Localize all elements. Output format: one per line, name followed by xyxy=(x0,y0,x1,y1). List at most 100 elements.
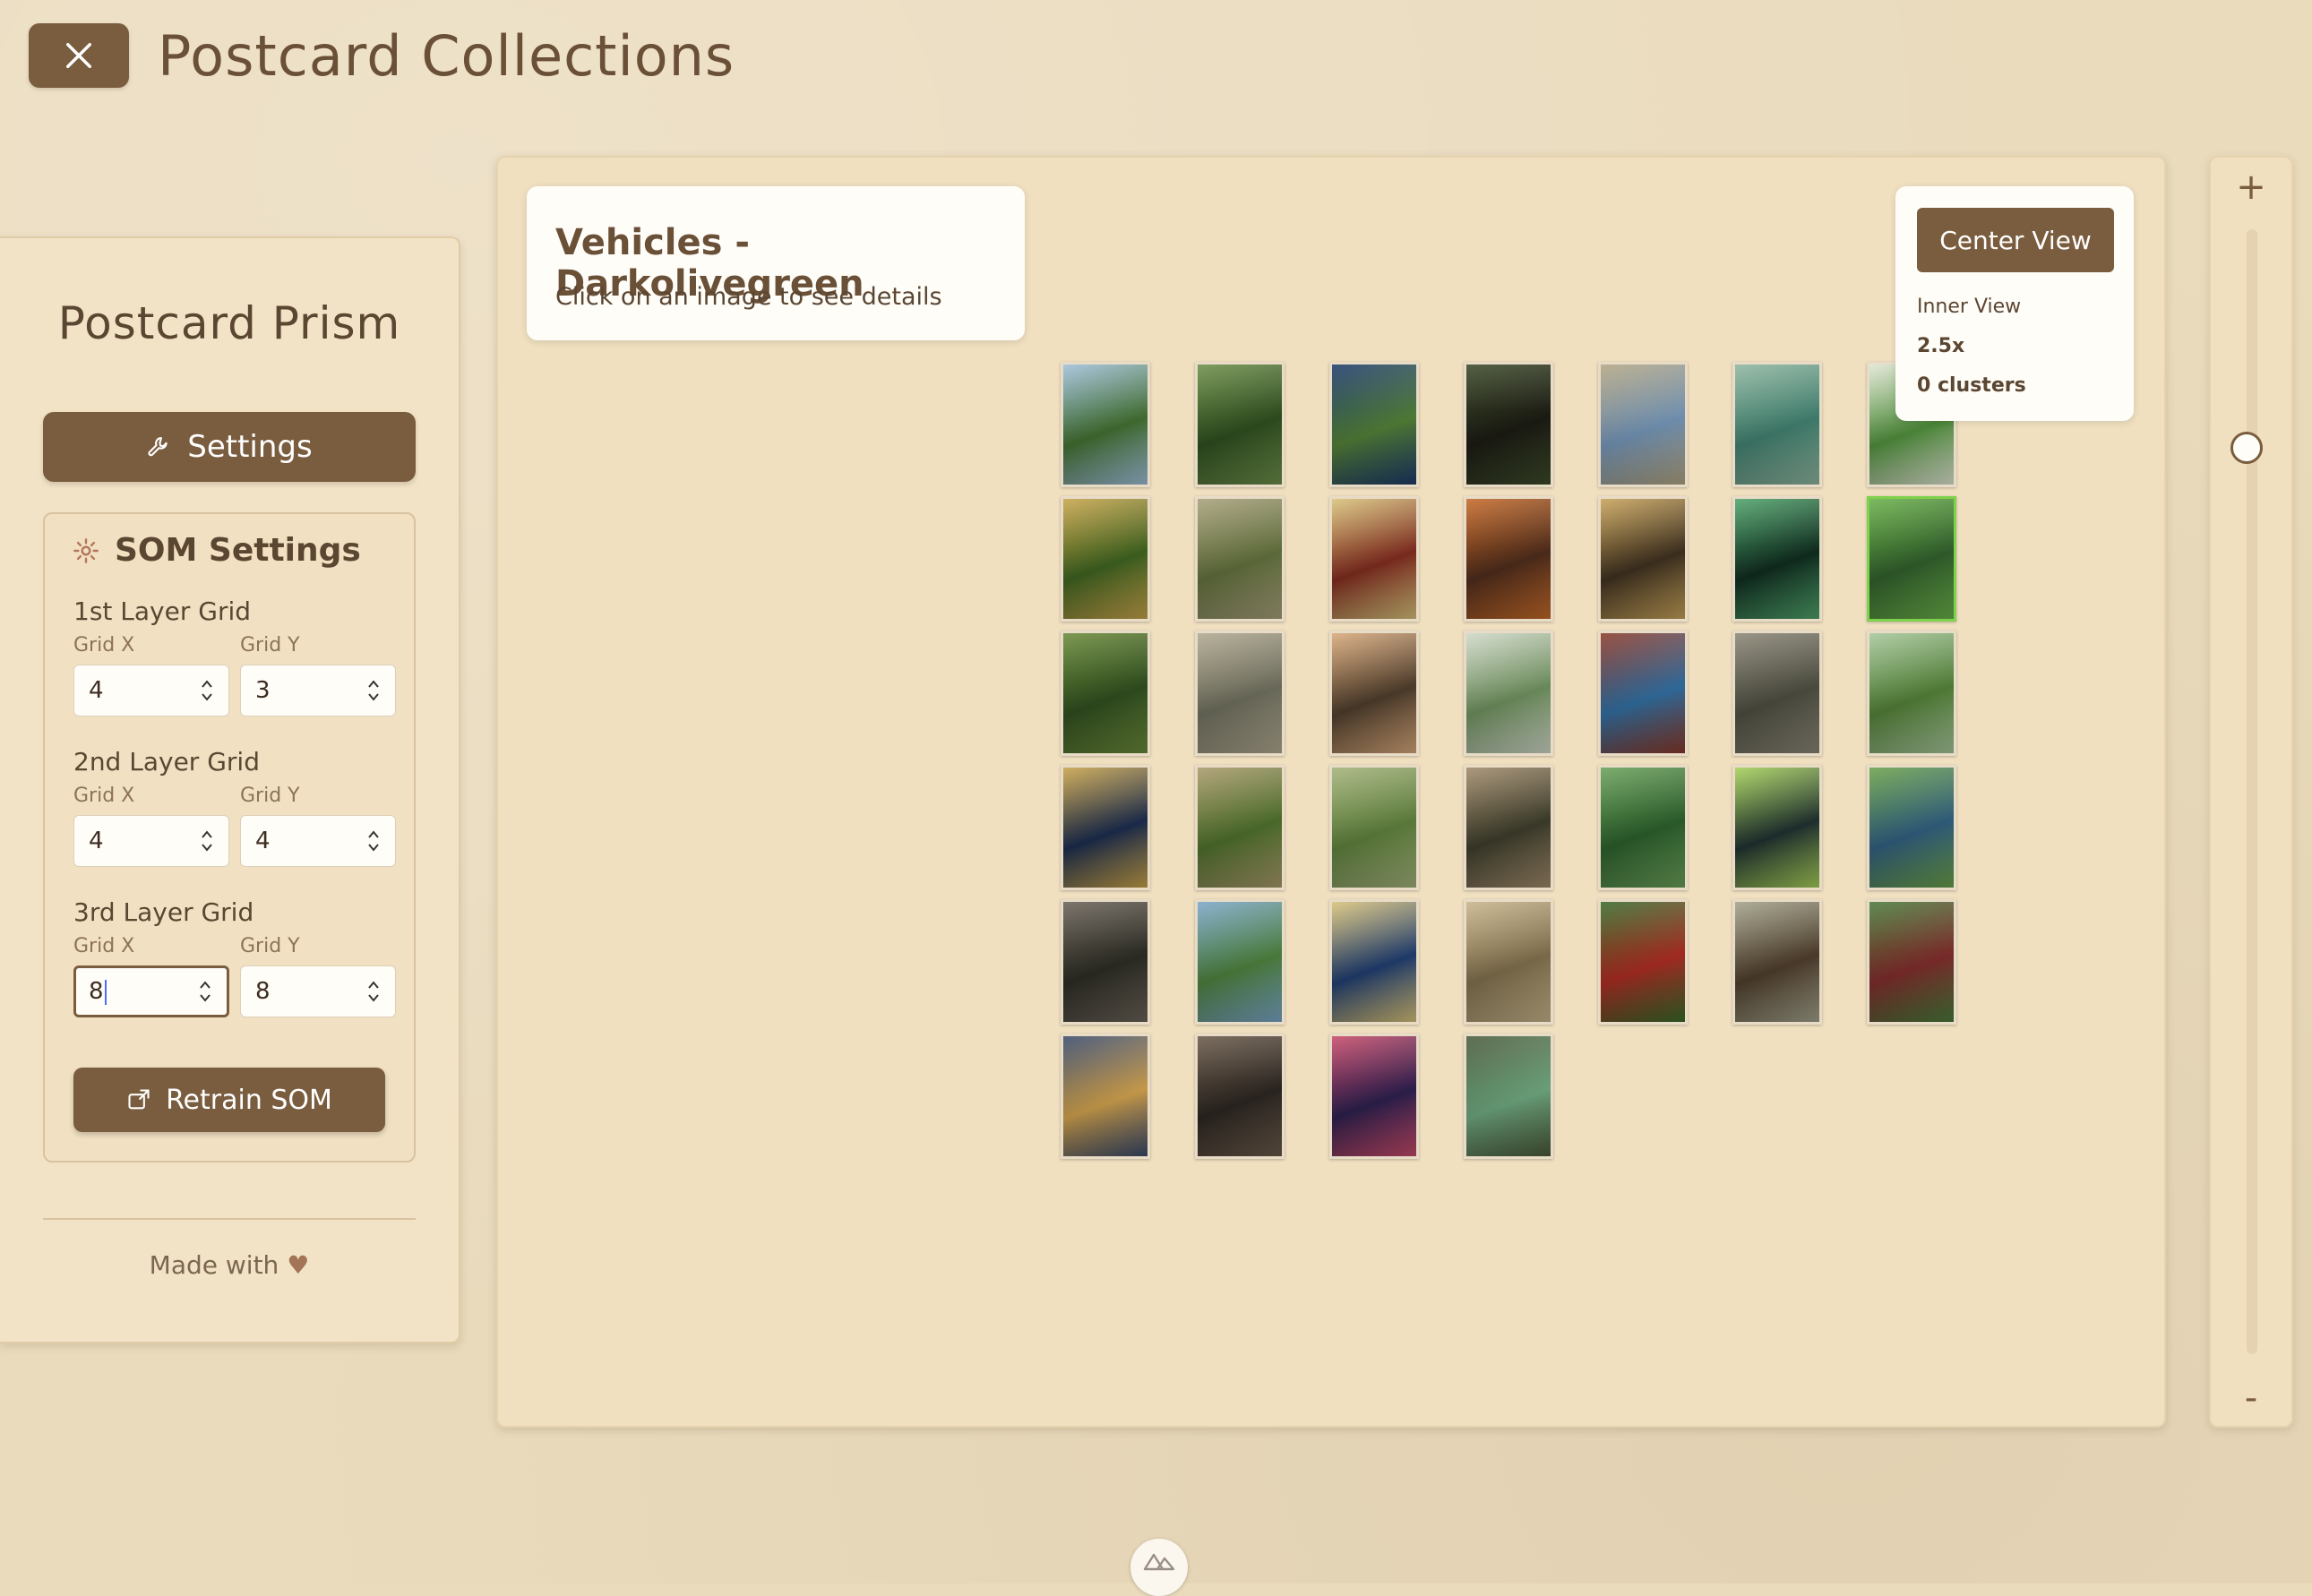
postcard-thumbnail[interactable] xyxy=(1732,765,1822,890)
layer-2-grid-y-value: 4 xyxy=(255,828,271,854)
layer-2-grid-y-input[interactable]: 4 xyxy=(240,815,396,867)
layer-1-grid-y-value: 3 xyxy=(255,677,271,704)
sidebar: Postcard Prism Settings SOM Settings 1st… xyxy=(0,236,460,1343)
view-mode: Inner View xyxy=(1917,296,2022,318)
layer-1-x-label: Grid X xyxy=(73,634,135,656)
postcard-thumbnail[interactable] xyxy=(1464,362,1553,487)
layer-3-grid-x-value: 8 xyxy=(89,978,104,1005)
view-info-card: Center View Inner View 2.5x 0 clusters xyxy=(1895,186,2134,421)
spinner-icon[interactable] xyxy=(196,977,214,1006)
postcard-thumbnail[interactable] xyxy=(1195,496,1285,622)
layer-3-x-label: Grid X xyxy=(73,935,135,957)
postcard-thumbnail[interactable] xyxy=(1464,765,1553,890)
postcard-thumbnail[interactable] xyxy=(1867,765,1956,890)
postcard-thumbnail[interactable] xyxy=(1598,362,1688,487)
postcard-thumbnail[interactable] xyxy=(1598,631,1688,756)
close-icon xyxy=(66,43,91,68)
postcard-thumbnail[interactable] xyxy=(1061,899,1150,1025)
postcard-thumbnail[interactable] xyxy=(1329,765,1419,890)
postcard-thumbnail[interactable] xyxy=(1329,899,1419,1025)
settings-label: Settings xyxy=(187,429,313,465)
postcard-thumbnail[interactable] xyxy=(1329,1034,1419,1159)
postcard-thumbnail[interactable] xyxy=(1598,496,1688,622)
postcard-thumbnail[interactable] xyxy=(1061,765,1150,890)
postcard-thumbnail[interactable] xyxy=(1732,631,1822,756)
postcard-thumbnail[interactable] xyxy=(1195,765,1285,890)
postcard-thumbnail[interactable] xyxy=(1329,496,1419,622)
postcard-thumbnail[interactable] xyxy=(1061,362,1150,487)
cluster-subtitle: Click on an image to see details xyxy=(555,283,942,311)
spinner-icon[interactable] xyxy=(365,827,382,855)
postcard-thumbnail[interactable] xyxy=(1195,899,1285,1025)
layer-2-label: 2nd Layer Grid xyxy=(73,747,260,777)
layer-3-grid-y-input[interactable]: 8 xyxy=(240,965,396,1017)
center-view-button[interactable]: Center View xyxy=(1917,208,2114,272)
zoom-handle[interactable] xyxy=(2230,432,2263,464)
postcard-thumbnail[interactable] xyxy=(1867,899,1956,1025)
zoom-in-button[interactable]: + xyxy=(2211,167,2291,208)
layer-3-grid-x-input[interactable]: 8 xyxy=(73,965,229,1017)
nuxt-devtools-button[interactable] xyxy=(1130,1539,1188,1596)
heart-icon: ♥ xyxy=(287,1250,310,1280)
settings-button[interactable]: Settings xyxy=(43,412,416,482)
postcard-thumbnail[interactable] xyxy=(1464,496,1553,622)
zoom-slider-panel: + - xyxy=(2209,156,2293,1428)
text-caret xyxy=(104,979,107,1005)
postcard-thumbnail[interactable] xyxy=(1464,1034,1553,1159)
cluster-count: 0 clusters xyxy=(1917,374,2026,397)
postcard-thumbnail[interactable] xyxy=(1329,631,1419,756)
layer-3-y-label: Grid Y xyxy=(240,935,300,957)
postcard-thumbnail[interactable] xyxy=(1598,765,1688,890)
zoom-track[interactable] xyxy=(2247,229,2257,1354)
postcard-thumbnail[interactable] xyxy=(1732,899,1822,1025)
postcard-thumbnail[interactable] xyxy=(1195,631,1285,756)
spinner-icon[interactable] xyxy=(365,977,382,1006)
nuxt-logo-icon xyxy=(1143,1553,1175,1571)
postcard-thumbnail[interactable] xyxy=(1061,496,1150,622)
postcard-thumbnail[interactable] xyxy=(1464,631,1553,756)
footer-made-with: Made with ♥ xyxy=(0,1250,459,1280)
cluster-info-card: Vehicles - Darkolivegreen Click on an im… xyxy=(527,186,1025,340)
postcard-thumbnail[interactable] xyxy=(1464,899,1553,1025)
som-settings-panel: SOM Settings 1st Layer Grid Grid X Grid … xyxy=(43,512,416,1163)
postcard-thumbnail[interactable] xyxy=(1598,899,1688,1025)
layer-1-grid-y-input[interactable]: 3 xyxy=(240,665,396,716)
postcard-thumbnail[interactable] xyxy=(1195,362,1285,487)
layer-3-label: 3rd Layer Grid xyxy=(73,897,254,927)
layer-2-grid-x-value: 4 xyxy=(89,828,104,854)
retrain-label: Retrain SOM xyxy=(166,1084,332,1116)
sidebar-title: Postcard Prism xyxy=(57,297,401,349)
made-with-text: Made with xyxy=(149,1250,279,1280)
postcard-canvas[interactable]: Vehicles - Darkolivegreen Click on an im… xyxy=(496,156,2166,1428)
postcard-thumbnail[interactable] xyxy=(1867,631,1956,756)
postcard-thumbnail[interactable] xyxy=(1867,496,1956,622)
retrain-som-button[interactable]: Retrain SOM xyxy=(73,1068,385,1132)
postcard-thumbnail[interactable] xyxy=(1732,496,1822,622)
postcard-thumbnail[interactable] xyxy=(1061,1034,1150,1159)
page-title: Postcard Collections xyxy=(158,23,735,89)
layer-3-grid-y-value: 8 xyxy=(255,978,271,1005)
layer-2-y-label: Grid Y xyxy=(240,785,300,807)
som-title: SOM Settings xyxy=(115,532,361,569)
zoom-level: 2.5x xyxy=(1917,335,1965,357)
layer-2-grid-x-input[interactable]: 4 xyxy=(73,815,229,867)
layer-2-x-label: Grid X xyxy=(73,785,135,807)
retrain-icon xyxy=(128,1089,150,1110)
wrench-icon xyxy=(148,437,168,457)
zoom-out-button[interactable]: - xyxy=(2211,1377,2291,1419)
close-button[interactable] xyxy=(29,23,129,88)
postcard-thumbnail[interactable] xyxy=(1195,1034,1285,1159)
layer-1-grid-x-input[interactable]: 4 xyxy=(73,665,229,716)
spinner-icon[interactable] xyxy=(198,827,216,855)
spinner-icon[interactable] xyxy=(365,676,382,705)
gear-icon xyxy=(73,537,99,563)
layer-1-grid-x-value: 4 xyxy=(89,677,104,704)
divider xyxy=(43,1218,416,1220)
som-header: SOM Settings xyxy=(72,532,361,569)
postcard-thumbnail[interactable] xyxy=(1732,362,1822,487)
postcard-thumbnail[interactable] xyxy=(1061,631,1150,756)
postcard-thumbnail[interactable] xyxy=(1329,362,1419,487)
layer-1-label: 1st Layer Grid xyxy=(73,596,252,626)
spinner-icon[interactable] xyxy=(198,676,216,705)
layer-1-y-label: Grid Y xyxy=(240,634,300,656)
